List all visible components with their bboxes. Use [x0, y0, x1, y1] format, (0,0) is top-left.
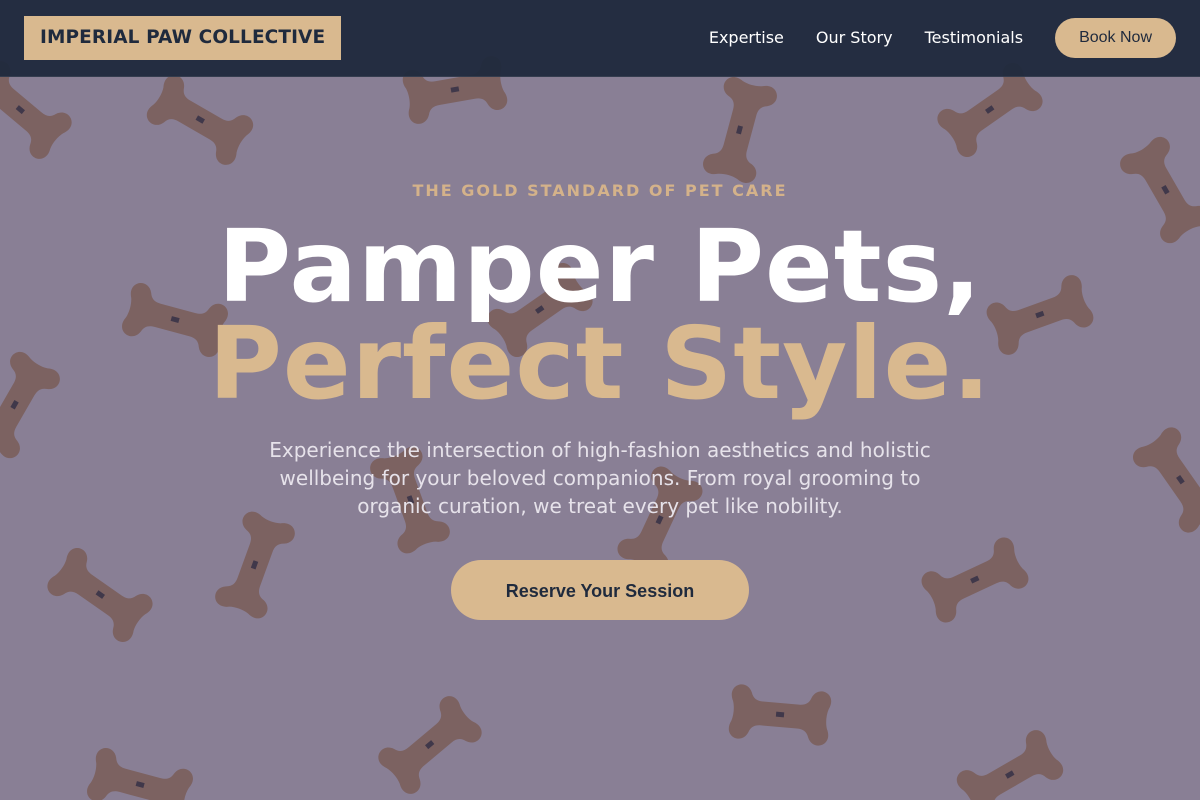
main-navigation: Expertise Our Story Testimonials Book No… [709, 18, 1176, 58]
brand-logo[interactable]: IMPERIAL PAW COLLECTIVE [24, 16, 342, 60]
hero-title-line-2: Perfect Style. [208, 305, 992, 422]
reserve-session-button[interactable]: Reserve Your Session [451, 560, 749, 620]
hero-title-line-1: Pamper Pets, [217, 208, 983, 325]
hero-description: Experience the intersection of high-fash… [269, 438, 931, 518]
nav-link-testimonials[interactable]: Testimonials [925, 18, 1024, 58]
book-now-button[interactable]: Book Now [1055, 18, 1176, 58]
nav-link-expertise[interactable]: Expertise [709, 18, 784, 58]
nav-link-our-story[interactable]: Our Story [816, 18, 893, 58]
landing-page: IMPERIAL PAW COLLECTIVE Expertise Our St… [0, 0, 1200, 800]
site-header: IMPERIAL PAW COLLECTIVE Expertise Our St… [0, 0, 1200, 77]
hero-eyebrow: THE GOLD STANDARD OF PET CARE [412, 181, 788, 200]
